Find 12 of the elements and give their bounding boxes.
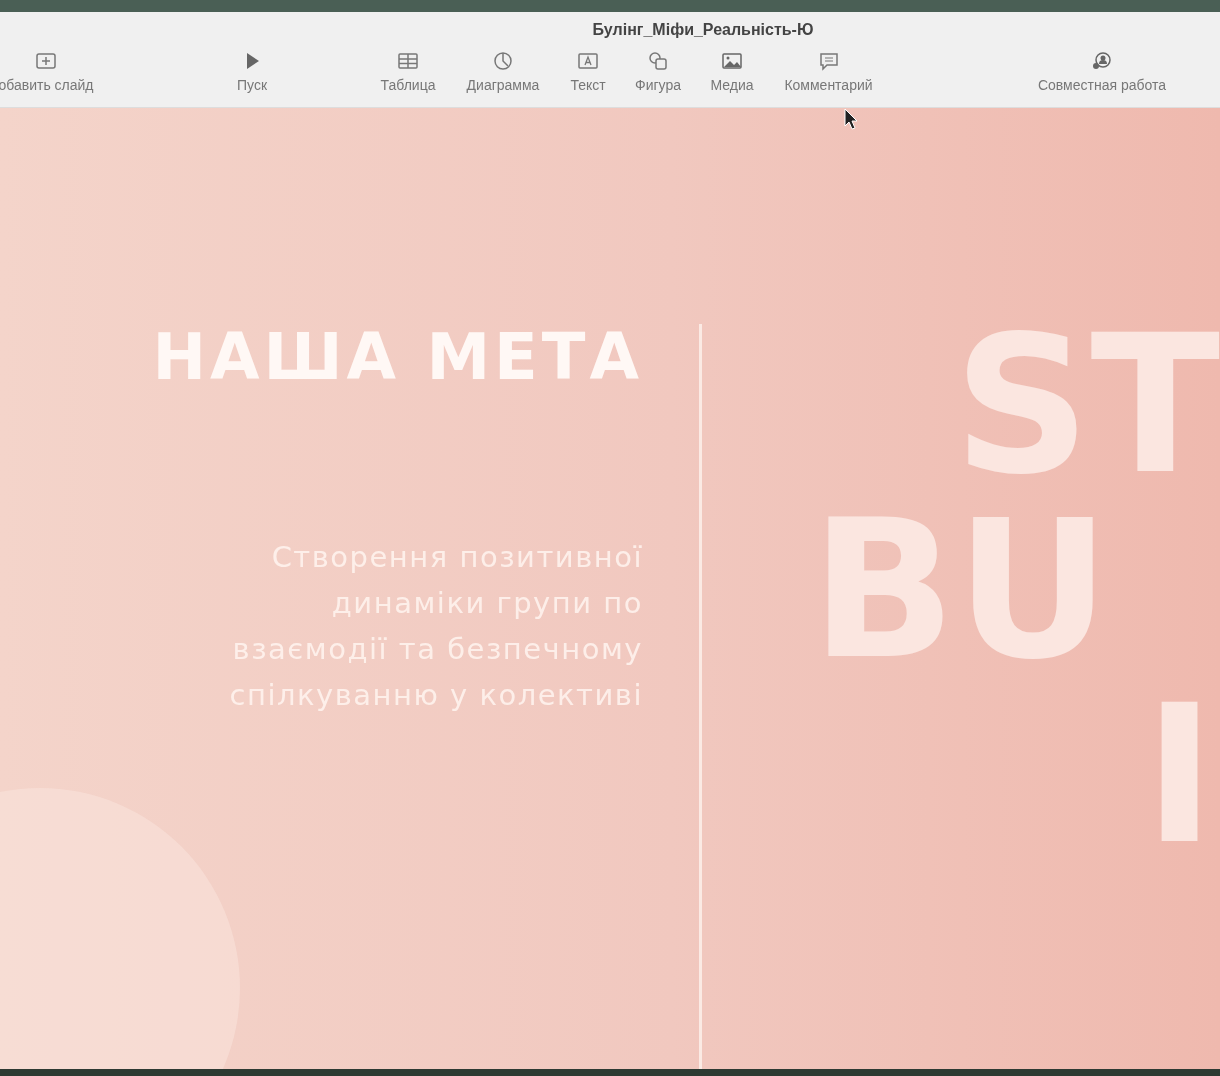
toolbar-button[interactable]: Фигура bbox=[623, 49, 693, 93]
toolbar-button[interactable]: Комментарий bbox=[771, 49, 886, 93]
mouse-pointer-icon bbox=[844, 108, 858, 130]
toolbar-button[interactable]: Диаграмма bbox=[453, 49, 553, 93]
window-title: Булінг_Міфи_Реальність-Ю bbox=[591, 20, 815, 40]
toolbar-button[interactable]: Текст bbox=[553, 49, 623, 93]
pie-chart-icon bbox=[491, 49, 515, 73]
toolbar-button[interactable]: Совместная работа bbox=[1017, 49, 1187, 93]
toolbar-button[interactable]: Пуск bbox=[202, 49, 302, 93]
toolbar-button[interactable]: Таблица bbox=[363, 49, 453, 93]
shapes-icon bbox=[646, 49, 670, 73]
toolbar-button[interactable]: Медиа bbox=[693, 49, 771, 93]
